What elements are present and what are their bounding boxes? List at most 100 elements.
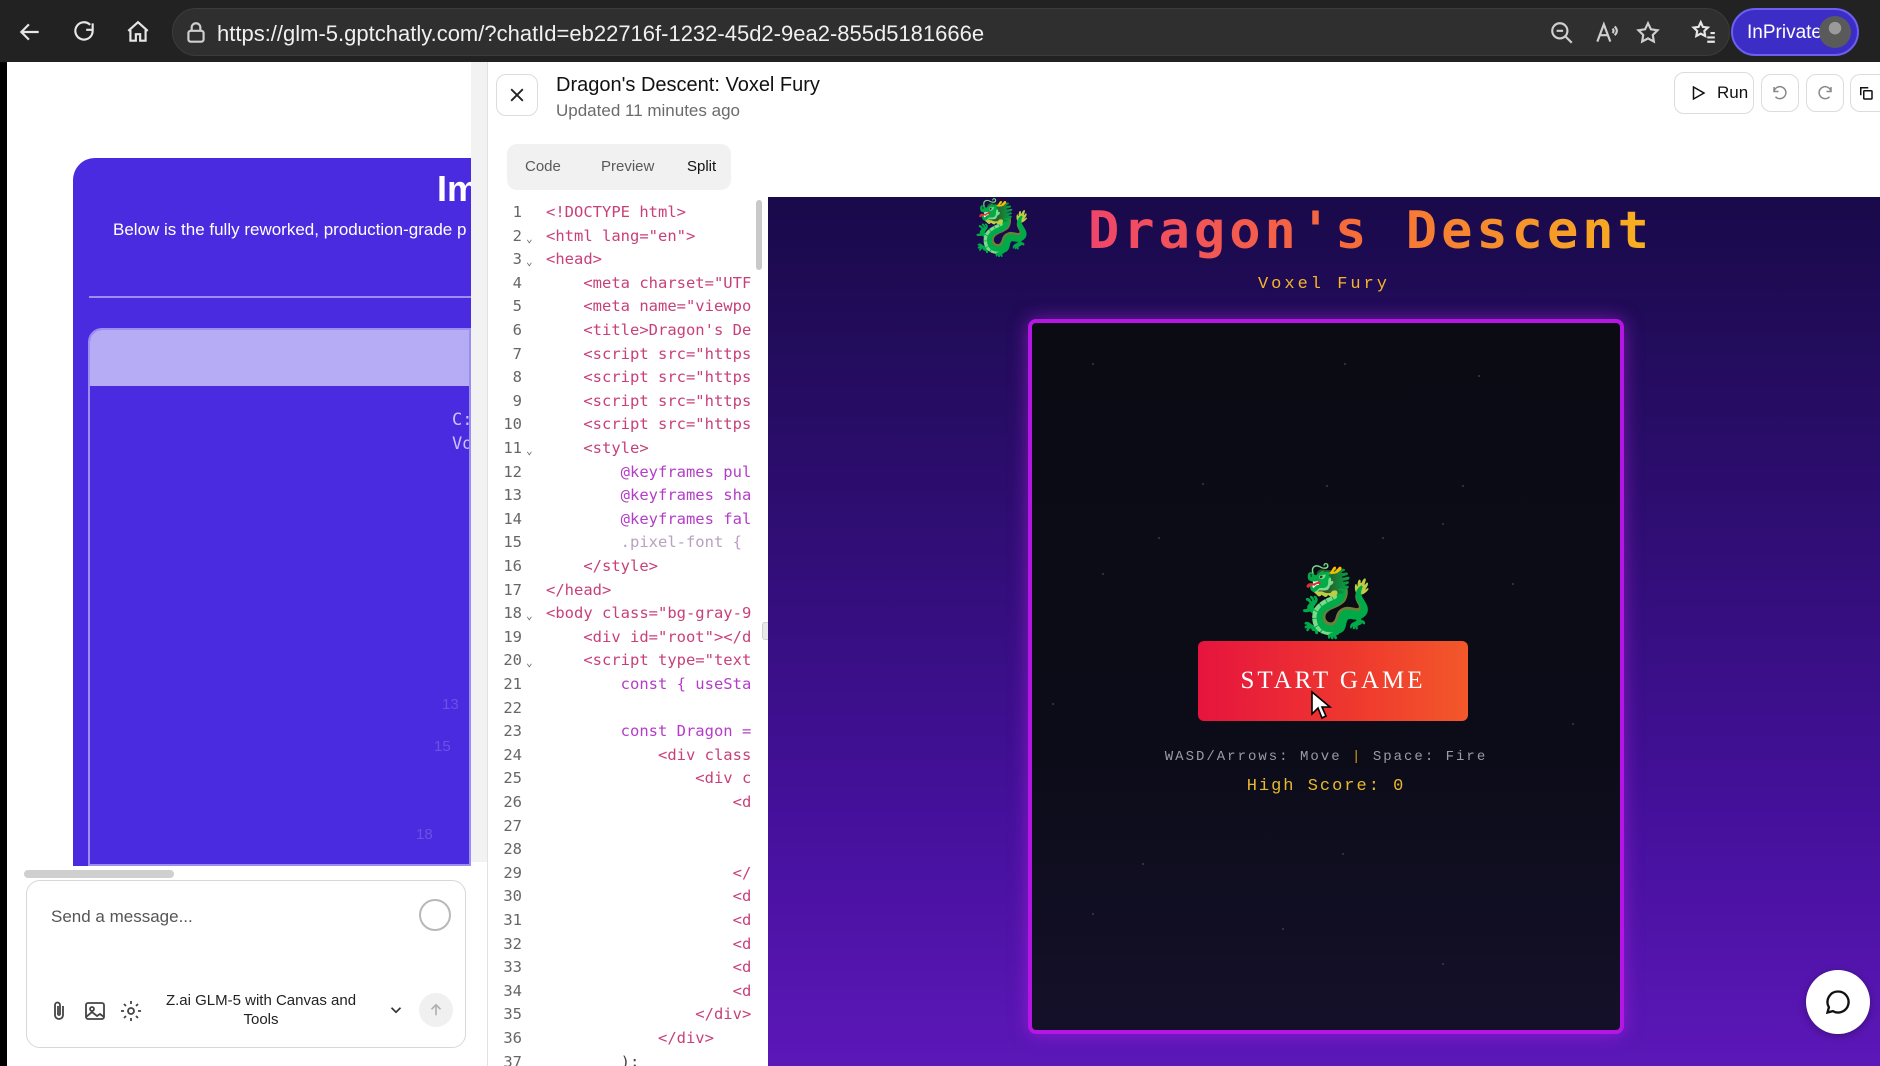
lock-icon[interactable] [183, 20, 209, 46]
code-line[interactable]: 35 </div> [488, 1005, 768, 1029]
code-line[interactable]: 5 <meta name="viewpo [488, 297, 768, 321]
dragon-icon: 🐉 [968, 198, 1036, 258]
back-icon[interactable] [10, 12, 50, 52]
line-number: 30 [503, 887, 522, 906]
star [1442, 963, 1444, 965]
fold-chevron-icon[interactable]: ⌄ [526, 255, 533, 268]
line-number: 20 [503, 651, 522, 670]
code-line[interactable]: 22 [488, 699, 768, 723]
fold-chevron-icon[interactable]: ⌄ [526, 609, 533, 622]
code-line[interactable]: 15 .pixel-font { [488, 533, 768, 557]
code-text: const Dragon = [546, 722, 752, 741]
code-line[interactable]: 2 ⌄ <html lang="en"> [488, 227, 768, 251]
code-line[interactable]: 25 <div c [488, 769, 768, 793]
code-line[interactable]: 27 [488, 817, 768, 841]
code-line[interactable]: 4 <meta charset="UTF [488, 274, 768, 298]
status-circle-icon [419, 899, 451, 931]
undo-button[interactable] [1761, 74, 1799, 112]
code-text: <div id="root"></d [546, 627, 752, 646]
close-icon [510, 88, 524, 102]
tab-code[interactable]: Code [513, 150, 573, 184]
code-line[interactable]: 36 </div> [488, 1029, 768, 1053]
horizontal-scrollbar[interactable] [24, 870, 174, 878]
code-text: <head> [546, 250, 602, 269]
favorite-icon[interactable] [1635, 20, 1661, 46]
url-text[interactable]: https://glm-5.gptchatly.com/?chatId=eb22… [217, 21, 984, 47]
attach-icon[interactable] [47, 999, 71, 1023]
code-line[interactable]: 21 const { useSta [488, 675, 768, 699]
read-aloud-icon[interactable] [1593, 20, 1619, 46]
star [1442, 523, 1444, 525]
chevron-down-icon[interactable] [387, 1001, 405, 1019]
fold-chevron-icon[interactable]: ⌄ [526, 444, 533, 457]
code-line[interactable]: 37 ); [488, 1053, 768, 1066]
code-text: </head> [546, 580, 612, 599]
code-line[interactable]: 34 <d [488, 982, 768, 1006]
code-line[interactable]: 14 @keyframes fal [488, 510, 768, 534]
message-input[interactable] [51, 907, 381, 927]
close-canvas-button[interactable] [496, 74, 538, 116]
code-line[interactable]: 29 </ [488, 864, 768, 888]
redo-button[interactable] [1806, 74, 1844, 112]
star [1092, 363, 1094, 365]
code-line[interactable]: 33 <d [488, 958, 768, 982]
star [1052, 703, 1054, 705]
refresh-icon[interactable] [64, 12, 104, 52]
game-title: Dragon's Descent [1088, 201, 1653, 261]
code-line[interactable]: 7 <script src="https [488, 345, 768, 369]
code-line[interactable]: 12 @keyframes pul [488, 463, 768, 487]
fold-chevron-icon[interactable]: ⌄ [526, 232, 533, 245]
send-button[interactable] [419, 993, 453, 1027]
controls-fire: Space: Fire [1372, 749, 1488, 765]
code-line[interactable]: 32 <d [488, 935, 768, 959]
code-line[interactable]: 26 <d [488, 793, 768, 817]
code-line[interactable]: 11 ⌄ <style> [488, 439, 768, 463]
code-line[interactable]: 24 <div class [488, 746, 768, 770]
line-number: 26 [503, 793, 522, 811]
address-bar[interactable]: https://glm-5.gptchatly.com/?chatId=eb22… [172, 8, 1730, 56]
code-text: ); [546, 1052, 640, 1066]
zoom-out-icon[interactable] [1549, 20, 1575, 46]
code-line[interactable]: 9 <script src="https [488, 392, 768, 416]
code-line[interactable]: 31 <d [488, 911, 768, 935]
run-button[interactable]: Run [1674, 72, 1754, 114]
line-number: 6 [512, 321, 522, 339]
editor-scrollbar[interactable] [756, 200, 762, 270]
chat-bubble-button[interactable] [1806, 970, 1870, 1034]
code-editor[interactable]: 1 <!DOCTYPE html> 2 ⌄ <html lang="en"> 3 ⌄ <hea… [488, 197, 768, 1066]
code-line[interactable]: 8 <script src="https [488, 368, 768, 392]
star [1142, 863, 1144, 865]
code-line[interactable]: 18 ⌄ <body class="bg-gray-9 [488, 604, 768, 628]
home-icon[interactable] [118, 12, 158, 52]
star [1102, 573, 1104, 575]
code-line[interactable]: 3 ⌄ <head> [488, 250, 768, 274]
profile-avatar[interactable] [1819, 16, 1851, 48]
start-game-button[interactable]: START GAME [1198, 641, 1468, 721]
line-number: 34 [503, 981, 522, 1000]
code-line[interactable]: 10 <script src="https [488, 415, 768, 439]
line-number: 37 [503, 1052, 522, 1066]
model-selector[interactable]: Z.ai GLM-5 with Canvas and Tools [161, 991, 361, 1029]
fold-chevron-icon[interactable]: ⌄ [526, 656, 533, 669]
code-line[interactable]: 17 </head> [488, 581, 768, 605]
chat-scrollbar[interactable] [471, 62, 487, 862]
code-line[interactable]: 20 ⌄ <script type="text [488, 651, 768, 675]
copy-button[interactable] [1850, 74, 1880, 112]
divider [89, 296, 471, 298]
image-icon[interactable] [83, 999, 107, 1023]
code-line[interactable]: 19 <div id="root"></d [488, 628, 768, 652]
inprivate-badge[interactable]: InPrivate [1731, 8, 1859, 56]
settings-icon[interactable] [119, 999, 143, 1023]
code-line[interactable]: 1 <!DOCTYPE html> [488, 203, 768, 227]
tab-split[interactable]: Split [675, 150, 729, 184]
code-line[interactable]: 16 </style> [488, 557, 768, 581]
tab-preview[interactable]: Preview [589, 150, 666, 184]
code-line[interactable]: 23 const Dragon = [488, 722, 768, 746]
code-line[interactable]: 6 <title>Dragon's De [488, 321, 768, 345]
star [1092, 913, 1094, 915]
favorites-list-icon[interactable] [1684, 12, 1724, 52]
code-line[interactable]: 13 @keyframes sha [488, 486, 768, 510]
code-line[interactable]: 30 <d [488, 887, 768, 911]
code-text: <html lang="en"> [546, 226, 696, 245]
code-line[interactable]: 28 [488, 840, 768, 864]
